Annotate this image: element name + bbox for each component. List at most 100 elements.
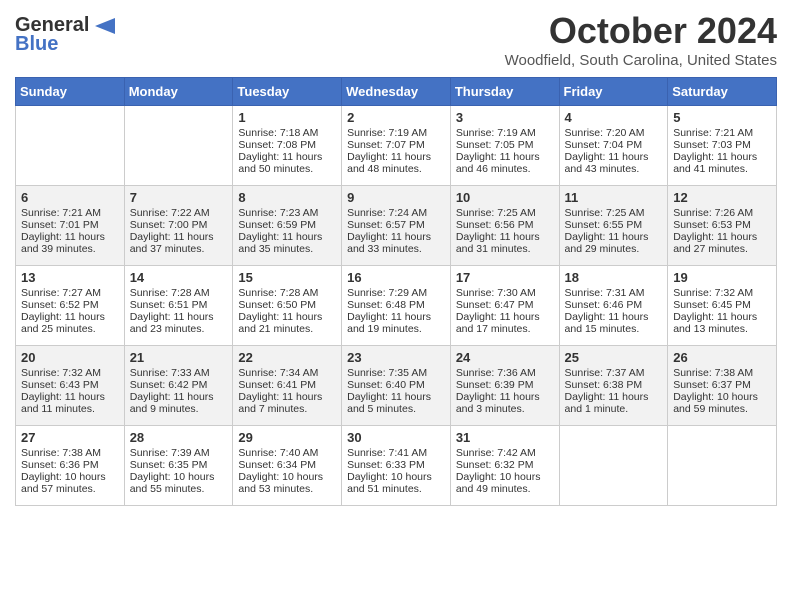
day-number: 19 (673, 270, 771, 285)
calendar-cell: 12Sunrise: 7:26 AMSunset: 6:53 PMDayligh… (668, 186, 777, 266)
calendar-cell (668, 426, 777, 506)
day-info: Sunrise: 7:28 AM (238, 287, 336, 299)
day-info: Sunset: 6:46 PM (565, 299, 663, 311)
page-header: General Blue October 2024 Woodfield, Sou… (15, 10, 777, 69)
day-info: Sunrise: 7:28 AM (130, 287, 228, 299)
calendar-week-row: 20Sunrise: 7:32 AMSunset: 6:43 PMDayligh… (16, 346, 777, 426)
day-number: 1 (238, 110, 336, 125)
day-info: Daylight: 10 hours and 53 minutes. (238, 471, 336, 495)
calendar-cell: 7Sunrise: 7:22 AMSunset: 7:00 PMDaylight… (124, 186, 233, 266)
calendar-cell: 28Sunrise: 7:39 AMSunset: 6:35 PMDayligh… (124, 426, 233, 506)
calendar-cell: 27Sunrise: 7:38 AMSunset: 6:36 PMDayligh… (16, 426, 125, 506)
day-info: Daylight: 11 hours and 9 minutes. (130, 391, 228, 415)
day-info: Sunrise: 7:37 AM (565, 367, 663, 379)
day-info: Sunrise: 7:21 AM (21, 207, 119, 219)
header-day: Monday (124, 78, 233, 106)
calendar-cell: 17Sunrise: 7:30 AMSunset: 6:47 PMDayligh… (450, 266, 559, 346)
calendar-cell: 4Sunrise: 7:20 AMSunset: 7:04 PMDaylight… (559, 106, 668, 186)
day-info: Sunset: 6:34 PM (238, 459, 336, 471)
day-info: Sunset: 7:08 PM (238, 139, 336, 151)
day-info: Sunrise: 7:25 AM (456, 207, 554, 219)
logo-icon (91, 16, 119, 36)
day-number: 6 (21, 190, 119, 205)
calendar-cell: 24Sunrise: 7:36 AMSunset: 6:39 PMDayligh… (450, 346, 559, 426)
day-info: Sunset: 7:03 PM (673, 139, 771, 151)
title-area: October 2024 Woodfield, South Carolina, … (505, 10, 777, 69)
day-info: Sunset: 7:07 PM (347, 139, 445, 151)
calendar-cell: 2Sunrise: 7:19 AMSunset: 7:07 PMDaylight… (342, 106, 451, 186)
header-day: Thursday (450, 78, 559, 106)
calendar-cell: 21Sunrise: 7:33 AMSunset: 6:42 PMDayligh… (124, 346, 233, 426)
day-info: Daylight: 10 hours and 51 minutes. (347, 471, 445, 495)
calendar-cell: 26Sunrise: 7:38 AMSunset: 6:37 PMDayligh… (668, 346, 777, 426)
day-number: 31 (456, 430, 554, 445)
day-info: Sunset: 7:05 PM (456, 139, 554, 151)
calendar-week-row: 6 Sunrise: 7:21 AMSunset: 7:01 PM Daylight… (16, 186, 777, 266)
calendar-cell (124, 106, 233, 186)
day-number: 3 (456, 110, 554, 125)
day-number: 10 (456, 190, 554, 205)
day-info: Daylight: 11 hours and 3 minutes. (456, 391, 554, 415)
day-info: Sunset: 6:55 PM (565, 219, 663, 231)
day-info: Sunset: 6:57 PM (347, 219, 445, 231)
day-info: Sunrise: 7:30 AM (456, 287, 554, 299)
calendar-week-row: 13Sunrise: 7:27 AMSunset: 6:52 PMDayligh… (16, 266, 777, 346)
day-info: Sunrise: 7:18 AM (238, 127, 336, 139)
day-info: Sunset: 7:01 PM (21, 219, 119, 231)
day-number: 21 (130, 350, 228, 365)
day-info: Sunrise: 7:42 AM (456, 447, 554, 459)
day-info: Sunset: 6:45 PM (673, 299, 771, 311)
calendar-cell: 15 Sunrise: 7:28 AMSunset: 6:50 PMDayligh… (233, 266, 342, 346)
logo-blue: Blue (15, 33, 58, 56)
day-number: 27 (21, 430, 119, 445)
day-info: Sunrise: 7:32 AM (673, 287, 771, 299)
day-number: 12 (673, 190, 771, 205)
day-info: Sunset: 6:50 PM (238, 299, 336, 311)
calendar-cell: 11Sunrise: 7:25 AMSunset: 6:55 PMDayligh… (559, 186, 668, 266)
calendar-cell: 3 Sunrise: 7:19 AMSunset: 7:05 PMDaylight… (450, 106, 559, 186)
day-info: Sunrise: 7:40 AM (238, 447, 336, 459)
day-info: Sunrise: 7:27 AM (21, 287, 119, 299)
day-number: 13 (21, 270, 119, 285)
calendar-cell: 29Sunrise: 7:40 AMSunset: 6:34 PMDayligh… (233, 426, 342, 506)
day-info: Daylight: 10 hours and 55 minutes. (130, 471, 228, 495)
day-info: Sunrise: 7:39 AM (130, 447, 228, 459)
day-info: Sunset: 6:53 PM (673, 219, 771, 231)
day-info: Daylight: 11 hours and 21 minutes. (238, 311, 336, 335)
day-info: Sunset: 6:51 PM (130, 299, 228, 311)
day-info: Sunrise: 7:31 AM (565, 287, 663, 299)
day-info: Sunset: 6:39 PM (456, 379, 554, 391)
day-info: Daylight: 11 hours and 11 minutes. (21, 391, 119, 415)
day-info: Sunrise: 7:23 AM (238, 207, 336, 219)
day-info: Sunset: 6:42 PM (130, 379, 228, 391)
day-info: Daylight: 11 hours and 50 minutes. (238, 151, 336, 175)
day-info: Sunset: 6:47 PM (456, 299, 554, 311)
day-number: 11 (565, 190, 663, 205)
day-number: 5 (673, 110, 771, 125)
day-info: Sunset: 6:35 PM (130, 459, 228, 471)
calendar-cell: 10Sunrise: 7:25 AMSunset: 6:56 PMDayligh… (450, 186, 559, 266)
calendar-cell: 20Sunrise: 7:32 AMSunset: 6:43 PMDayligh… (16, 346, 125, 426)
day-number: 26 (673, 350, 771, 365)
calendar-week-row: 1Sunrise: 7:18 AMSunset: 7:08 PMDaylight… (16, 106, 777, 186)
calendar-week-row: 27Sunrise: 7:38 AMSunset: 6:36 PMDayligh… (16, 426, 777, 506)
day-info: Sunset: 6:56 PM (456, 219, 554, 231)
day-info: Sunrise: 7:24 AM (347, 207, 445, 219)
day-number: 20 (21, 350, 119, 365)
day-info: Daylight: 11 hours and 41 minutes. (673, 151, 771, 175)
calendar-cell: 9Sunrise: 7:24 AMSunset: 6:57 PMDaylight… (342, 186, 451, 266)
day-info: Daylight: 11 hours and 13 minutes. (673, 311, 771, 335)
day-info: Daylight: 10 hours and 49 minutes. (456, 471, 554, 495)
day-info: Sunrise: 7:25 AM (565, 207, 663, 219)
day-info: Sunset: 6:40 PM (347, 379, 445, 391)
day-info: Sunrise: 7:35 AM (347, 367, 445, 379)
day-number: 18 (565, 270, 663, 285)
calendar-cell: 31Sunrise: 7:42 AMSunset: 6:32 PMDayligh… (450, 426, 559, 506)
calendar-cell: 1 Sunrise: 7:18 AMSunset: 7:08 PMDaylight… (233, 106, 342, 186)
calendar-cell (559, 426, 668, 506)
day-number: 15 (238, 270, 336, 285)
day-info: Sunrise: 7:19 AM (456, 127, 554, 139)
day-info: Daylight: 11 hours and 46 minutes. (456, 151, 554, 175)
header-day: Wednesday (342, 78, 451, 106)
day-info: Daylight: 11 hours and 27 minutes. (673, 231, 771, 255)
